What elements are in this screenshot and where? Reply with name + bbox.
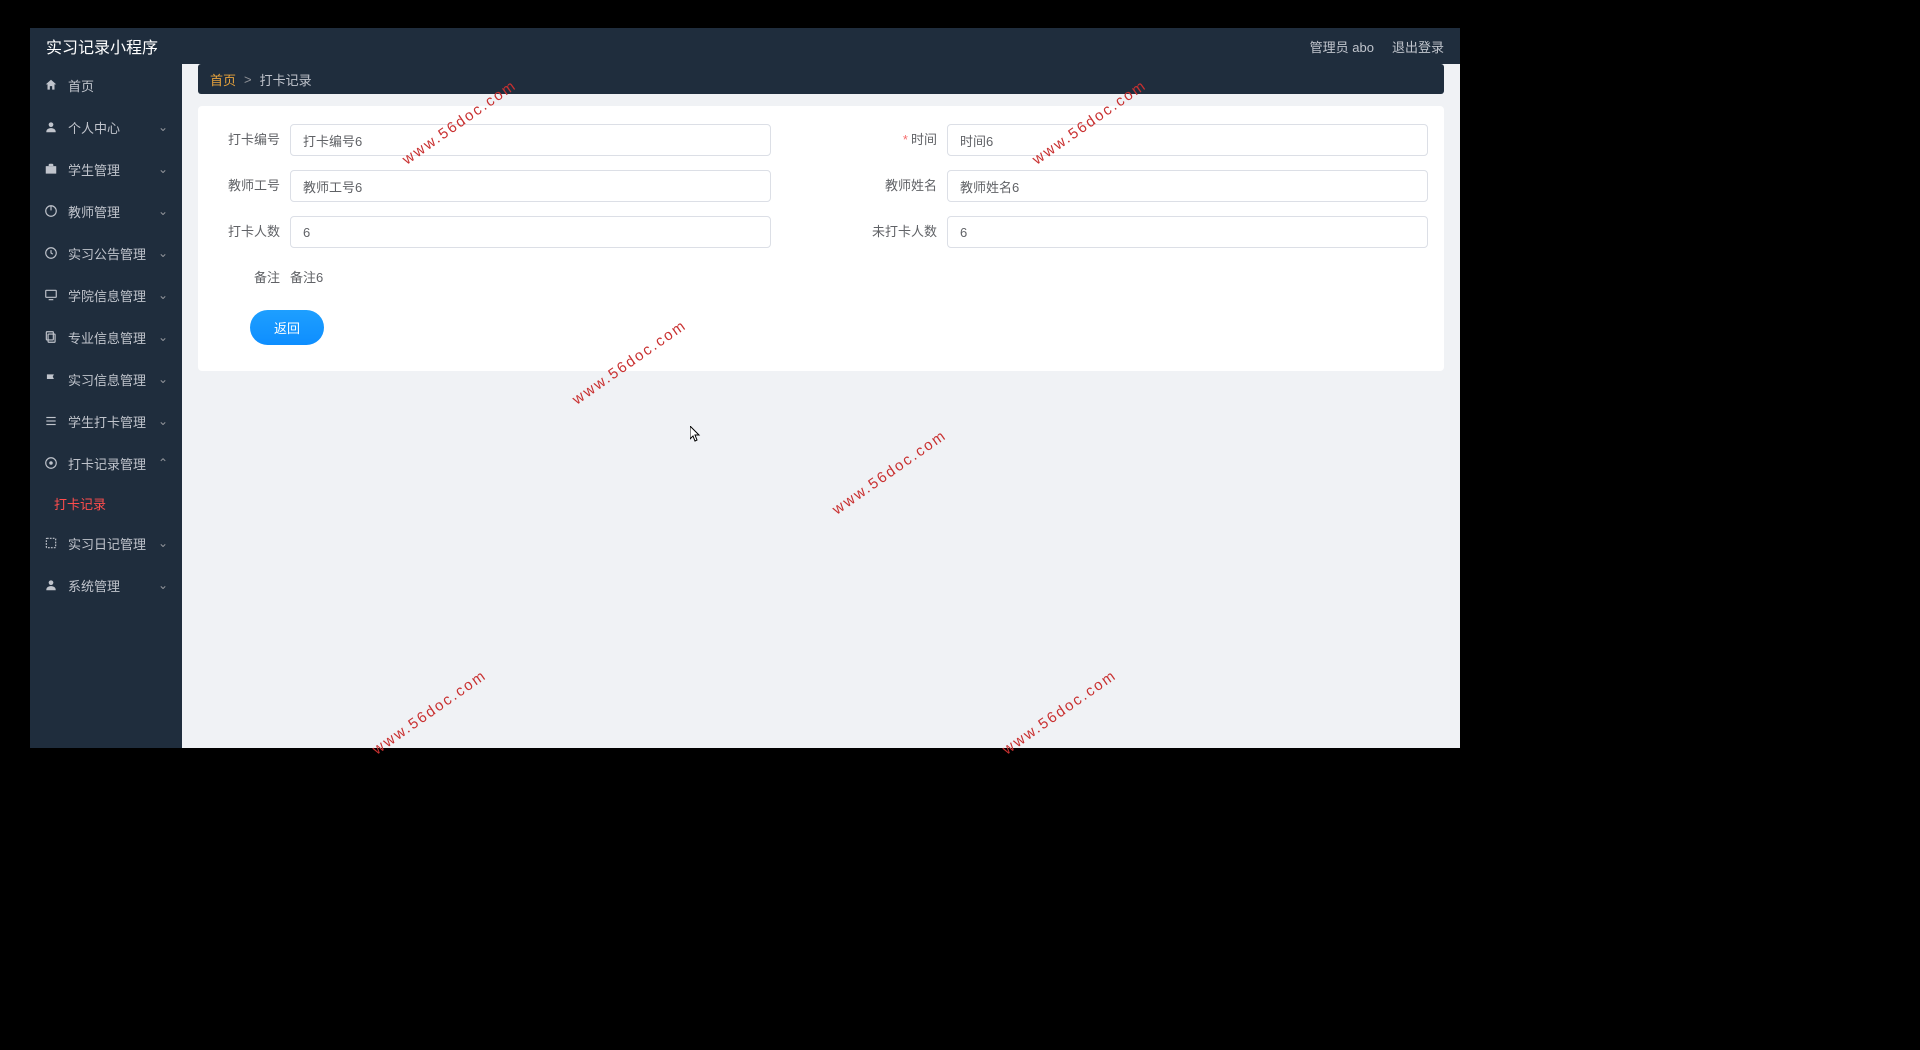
sidebar-item-label: 学院信息管理 [68,286,158,305]
field-checkin-id: 打卡编号 打卡编号6 [214,124,771,156]
input-value: 6 [960,225,967,240]
chevron-up-icon: ⌃ [158,456,168,470]
checkin-count-input[interactable]: 6 [290,216,771,248]
sidebar-item-label: 教师管理 [68,202,158,221]
main-content: 首页 > 打卡记录 打卡编号 打卡编号6 时间 时间6 教师工号 [182,64,1460,748]
watermark: www.56doc.com [999,667,1120,758]
time-input[interactable]: 时间6 [947,124,1428,156]
input-value: 教师工号6 [303,177,362,196]
person-icon [44,578,58,592]
sidebar-item-internship-mgmt[interactable]: 实习信息管理 ⌄ [30,358,182,400]
list-icon [44,414,58,428]
sidebar-item-label: 个人中心 [68,118,158,137]
sidebar-item-label: 专业信息管理 [68,328,158,347]
chevron-down-icon: ⌄ [158,162,168,176]
case-icon [44,162,58,176]
input-value: 教师姓名6 [960,177,1019,196]
teacher-name-input[interactable]: 教师姓名6 [947,170,1428,202]
sidebar-item-label: 实习信息管理 [68,370,158,389]
form-card: 打卡编号 打卡编号6 时间 时间6 教师工号 教师工号6 教师姓名 教师姓名6 [198,106,1444,371]
sidebar-item-label: 实习日记管理 [68,534,158,553]
breadcrumb-home[interactable]: 首页 [210,70,236,89]
sidebar-item-profile[interactable]: 个人中心 ⌄ [30,106,182,148]
watermark: www.56doc.com [369,667,490,758]
sidebar-item-diary-mgmt[interactable]: 实习日记管理 ⌄ [30,522,182,564]
expand-icon [44,536,58,550]
sidebar-item-label: 学生管理 [68,160,158,179]
sidebar-item-student-mgmt[interactable]: 学生管理 ⌄ [30,148,182,190]
sidebar-item-label: 实习公告管理 [68,244,158,263]
sidebar-item-checkin-record-mgmt[interactable]: 打卡记录管理 ⌃ [30,442,182,484]
chevron-down-icon: ⌄ [158,288,168,302]
clock-icon [44,246,58,260]
power-icon [44,204,58,218]
sidebar-subitem-label: 打卡记录 [54,494,106,513]
user-icon [44,120,58,134]
field-missed-count: 未打卡人数 6 [871,216,1428,248]
input-value: 打卡编号6 [303,131,362,150]
field-label: 教师工号 [214,170,290,202]
chevron-down-icon: ⌄ [158,372,168,386]
field-time: 时间 时间6 [871,124,1428,156]
sidebar-item-college-mgmt[interactable]: 学院信息管理 ⌄ [30,274,182,316]
missed-count-input[interactable]: 6 [947,216,1428,248]
sidebar-item-label: 首页 [68,76,168,95]
back-button[interactable]: 返回 [250,310,324,345]
target-icon [44,456,58,470]
app-header: 实习记录小程序 管理员 abo 退出登录 [30,28,1460,64]
teacher-id-input[interactable]: 教师工号6 [290,170,771,202]
flag-icon [44,372,58,386]
chevron-down-icon: ⌄ [158,578,168,592]
sidebar-item-student-checkin-mgmt[interactable]: 学生打卡管理 ⌄ [30,400,182,442]
field-label: 时间 [871,124,947,156]
sidebar-item-home[interactable]: 首页 [30,64,182,106]
sidebar: 首页 个人中心 ⌄ 学生管理 ⌄ 教师管理 ⌄ 实习公告管理 ⌄ [30,64,182,748]
input-value: 时间6 [960,131,993,150]
field-label: 打卡编号 [214,124,290,156]
remark-value: 备注6 [290,262,323,294]
field-teacher-name: 教师姓名 教师姓名6 [871,170,1428,202]
field-teacher-id: 教师工号 教师工号6 [214,170,771,202]
field-label: 备注 [214,262,290,294]
sidebar-item-teacher-mgmt[interactable]: 教师管理 ⌄ [30,190,182,232]
sidebar-item-major-mgmt[interactable]: 专业信息管理 ⌄ [30,316,182,358]
input-value: 6 [303,225,310,240]
copy-icon [44,330,58,344]
logout-link[interactable]: 退出登录 [1392,37,1444,56]
chevron-down-icon: ⌄ [158,414,168,428]
chevron-down-icon: ⌄ [158,536,168,550]
user-label[interactable]: 管理员 abo [1310,37,1374,56]
watermark: www.56doc.com [829,427,950,518]
breadcrumb-current: 打卡记录 [260,70,312,89]
chevron-down-icon: ⌄ [158,330,168,344]
field-label: 教师姓名 [871,170,947,202]
field-remark: 备注 备注6 [214,262,1428,294]
breadcrumb-separator: > [244,72,252,87]
sidebar-item-announcement-mgmt[interactable]: 实习公告管理 ⌄ [30,232,182,274]
field-label: 打卡人数 [214,216,290,248]
field-checkin-count: 打卡人数 6 [214,216,771,248]
chevron-down-icon: ⌄ [158,246,168,260]
sidebar-item-system-mgmt[interactable]: 系统管理 ⌄ [30,564,182,606]
checkin-id-input[interactable]: 打卡编号6 [290,124,771,156]
app-title: 实习记录小程序 [46,34,158,58]
monitor-icon [44,288,58,302]
field-label: 未打卡人数 [871,216,947,248]
sidebar-subitem-checkin-record[interactable]: 打卡记录 [30,484,182,522]
sidebar-item-label: 学生打卡管理 [68,412,158,431]
header-actions: 管理员 abo 退出登录 [1310,37,1444,56]
chevron-down-icon: ⌄ [158,120,168,134]
home-icon [44,78,58,92]
sidebar-item-label: 系统管理 [68,576,158,595]
sidebar-item-label: 打卡记录管理 [68,454,158,473]
chevron-down-icon: ⌄ [158,204,168,218]
breadcrumb: 首页 > 打卡记录 [198,64,1444,94]
